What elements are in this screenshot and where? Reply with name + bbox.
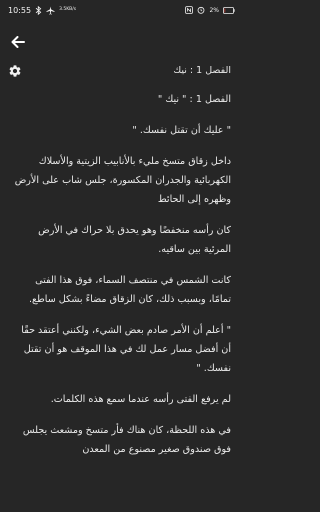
paragraph: لم يرفع الفتى رأسه عندما سمع هذه الكلمات… (50, 394, 231, 405)
network-speed: 3.5KB/s (59, 7, 77, 13)
status-left: 10:55 3.5KB/s (8, 6, 76, 15)
bluetooth-icon (35, 6, 42, 15)
battery-level: 2% (209, 6, 219, 14)
settings-button[interactable] (8, 64, 22, 78)
app-bar (0, 24, 243, 62)
chapter-heading: الفصل 1 : " نيك " (157, 94, 231, 105)
reader-content: الفصل 1 : " نيك " " عليك أن تقتل نفسك. "… (11, 90, 231, 471)
alarm-clock-icon (197, 6, 205, 14)
back-button[interactable] (8, 32, 28, 52)
gear-icon (9, 65, 21, 77)
paragraph: داخل زقاق متسخ مليء بالأنابيب الزيتية وا… (14, 156, 231, 205)
paragraph: في هذه اللحظة، كان هناك فأر متسخ ومشعث ي… (22, 425, 231, 455)
nfc-icon (185, 6, 194, 14)
paragraph: " أعلم أن الأمر صادم بعض الشيء، ولكنني أ… (21, 325, 231, 374)
chapter-title: الفصل 1 : نيك (173, 65, 231, 76)
status-bar: 10:55 3.5KB/s 2% (0, 0, 243, 24)
paragraph: كانت الشمس في منتصف السماء، فوق هذا الفت… (28, 275, 231, 305)
battery-icon (223, 6, 235, 14)
paragraph: كان رأسه منخفضًا وهو يحدق بلا حراك في ال… (38, 225, 231, 255)
status-time: 10:55 (8, 6, 32, 15)
paragraph: " عليك أن تقتل نفسك. " (132, 125, 231, 136)
airplane-mode-icon (46, 6, 55, 15)
status-right: 2% (185, 6, 235, 14)
arrow-left-icon (11, 36, 25, 48)
